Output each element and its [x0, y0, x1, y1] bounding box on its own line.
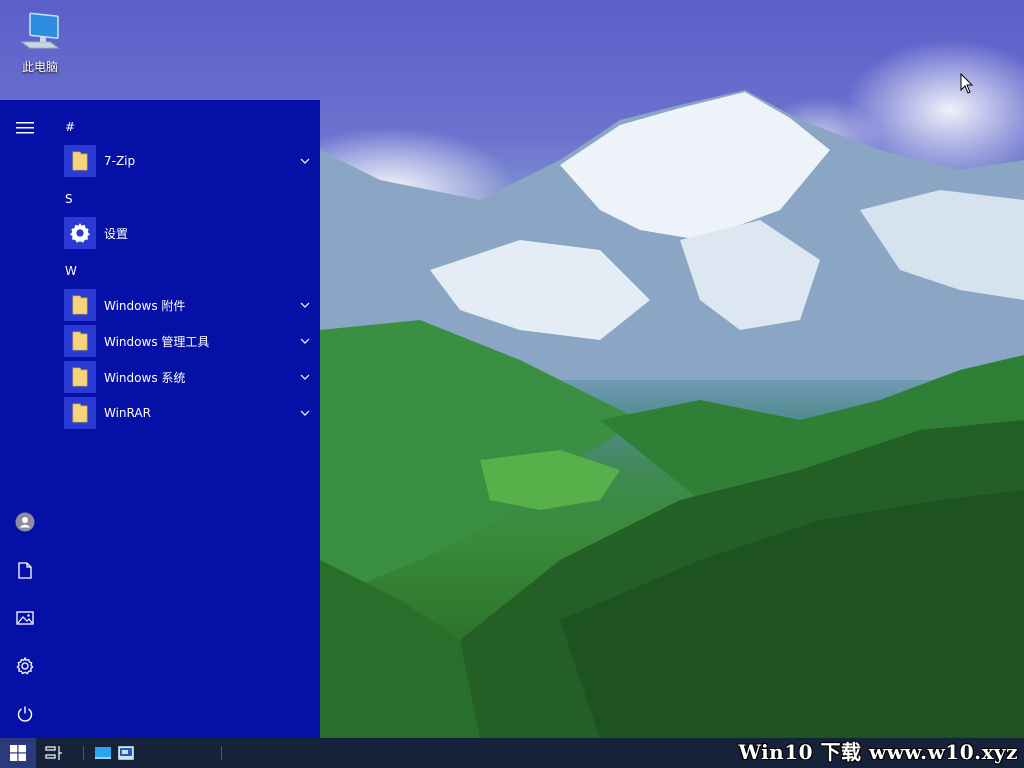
task-view-button[interactable] — [36, 738, 72, 768]
power-button[interactable] — [0, 694, 50, 734]
watermark-text: Win10 下载 www.w10.xyz — [738, 740, 1018, 764]
taskbar-app-remote[interactable] — [116, 738, 136, 768]
pictures-icon — [16, 611, 34, 625]
folder-icon — [72, 295, 88, 315]
folder-icon — [72, 403, 88, 423]
app-tile — [64, 145, 96, 177]
power-icon — [17, 706, 33, 722]
app-tile — [64, 289, 96, 321]
this-pc-shortcut[interactable]: 此电脑 — [14, 8, 66, 75]
pictures-button[interactable] — [0, 598, 50, 638]
settings-button[interactable] — [0, 646, 50, 686]
app-name: Windows 附件 — [104, 298, 186, 313]
app-item-windows-accessories[interactable]: Windows 附件 — [50, 287, 320, 323]
documents-button[interactable] — [0, 550, 50, 590]
app-tile — [64, 217, 96, 249]
settings-gear-icon — [70, 222, 90, 243]
app-tile — [64, 325, 96, 357]
chevron-down-icon[interactable] — [290, 302, 320, 308]
app-item-7zip[interactable]: 7-Zip — [50, 143, 320, 179]
expand-menu-button[interactable] — [0, 108, 50, 148]
start-menu-rail — [0, 100, 50, 738]
group-header-s[interactable]: S — [65, 192, 73, 206]
user-account-button[interactable] — [0, 502, 50, 542]
app-name: 设置 — [104, 226, 129, 241]
chevron-down-icon[interactable] — [290, 338, 320, 344]
start-button[interactable] — [0, 738, 36, 768]
app-name: Windows 系统 — [104, 370, 186, 385]
task-view-icon — [45, 746, 62, 760]
folder-icon — [72, 331, 88, 351]
documents-icon — [18, 561, 32, 579]
mouse-cursor-icon — [960, 73, 974, 94]
chevron-down-icon[interactable] — [290, 374, 320, 380]
app-item-settings[interactable]: 设置 — [50, 215, 320, 251]
user-avatar-icon — [15, 512, 35, 532]
taskbar-separator — [83, 746, 84, 760]
app-tile — [64, 361, 96, 393]
this-pc-icon — [20, 12, 60, 49]
app-tile — [64, 397, 96, 429]
start-menu: # 7-Zip S 设置 W Windows 附件 Windows 管理工具 W… — [0, 100, 320, 738]
chevron-down-icon[interactable] — [290, 410, 320, 416]
app-name: Windows 管理工具 — [104, 334, 210, 349]
folder-icon — [72, 151, 88, 171]
chevron-down-icon[interactable] — [290, 158, 320, 164]
taskbar-separator — [221, 746, 222, 760]
folder-icon — [72, 367, 88, 387]
taskbar-app-desktop[interactable] — [94, 738, 112, 768]
app-name: 7-Zip — [104, 154, 136, 168]
taskbar: Win10 下载 www.w10.xyz — [0, 738, 1024, 768]
app-name: WinRAR — [104, 406, 151, 420]
group-header-hash[interactable]: # — [65, 120, 75, 134]
app-item-windows-system[interactable]: Windows 系统 — [50, 359, 320, 395]
settings-icon — [16, 657, 34, 675]
hamburger-icon — [16, 122, 34, 134]
this-pc-label: 此电脑 — [21, 60, 58, 74]
remote-desktop-icon — [118, 746, 134, 760]
group-header-w[interactable]: W — [65, 264, 77, 278]
windows-start-icon — [10, 745, 26, 761]
app-item-winrar[interactable]: WinRAR — [50, 395, 320, 431]
app-item-windows-admin-tools[interactable]: Windows 管理工具 — [50, 323, 320, 359]
desktop-app-icon — [95, 747, 111, 759]
